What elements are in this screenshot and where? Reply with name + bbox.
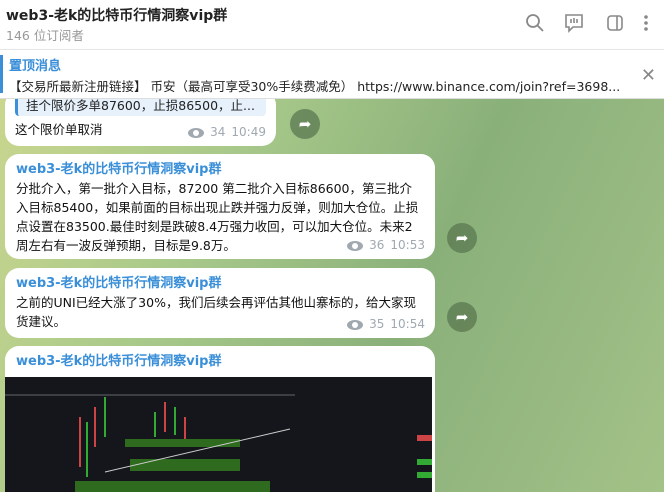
pinned-title: 置顶消息 [9, 59, 62, 74]
message-bubble: 挂个限价多单87600，止损86500，止... 这个限价单取消 34 10:49 [5, 99, 276, 146]
reply-quote[interactable]: 挂个限价多单87600，止损86500，止... [15, 99, 266, 116]
discussion-icon[interactable] [563, 12, 585, 34]
views-icon [347, 240, 364, 251]
message-bubble: web3-老k的比特币行情洞察vip群 分批介入，第一批介入目标，87200 第… [5, 154, 435, 259]
message-bubble: web3-老k的比特币行情洞察vip群 [5, 346, 435, 492]
message-list[interactable]: 挂个限价多单87600，止损86500，止... 这个限价单取消 34 10:49… [0, 99, 664, 492]
sender-name[interactable]: web3-老k的比特币行情洞察vip群 [16, 274, 424, 293]
channel-title[interactable]: web3-老k的比特币行情洞察vip群 [6, 5, 227, 25]
view-count: 35 [369, 317, 385, 331]
search-icon[interactable] [524, 12, 546, 34]
subscriber-count: 146 位订阅者 [6, 28, 84, 43]
forward-button[interactable]: ➦ [290, 109, 320, 139]
more-menu-icon[interactable] [640, 12, 652, 34]
sender-name[interactable]: web3-老k的比特币行情洞察vip群 [16, 352, 424, 371]
pinned-text: 【交易所最新注册链接】 币安（最高可享受30%手续费减免） https://ww… [9, 79, 621, 94]
pinned-indicator [0, 55, 3, 93]
sidebar-toggle-icon[interactable] [604, 12, 626, 34]
message-bubble: web3-老k的比特币行情洞察vip群 之前的UNI已经大涨了30%，我们后续会… [5, 268, 435, 338]
message-time: 10:54 [390, 317, 425, 331]
message-time: 10:49 [231, 125, 266, 139]
forward-button[interactable]: ➦ [447, 223, 477, 253]
close-icon[interactable]: ✕ [641, 65, 656, 86]
forward-button[interactable]: ➦ [447, 302, 477, 332]
views-icon [188, 127, 205, 138]
chart-screenshot-image[interactable] [5, 377, 432, 492]
candlestick-chart-image [5, 394, 432, 492]
message-time: 10:53 [390, 238, 425, 252]
view-count: 34 [210, 125, 226, 139]
view-count: 36 [369, 238, 385, 252]
chat-header: web3-老k的比特币行情洞察vip群 146 位订阅者 [0, 0, 664, 50]
pinned-message-bar[interactable]: 置顶消息 【交易所最新注册链接】 币安（最高可享受30%手续费减免） https… [0, 50, 664, 99]
sender-name[interactable]: web3-老k的比特币行情洞察vip群 [16, 160, 424, 179]
views-icon [347, 319, 364, 330]
